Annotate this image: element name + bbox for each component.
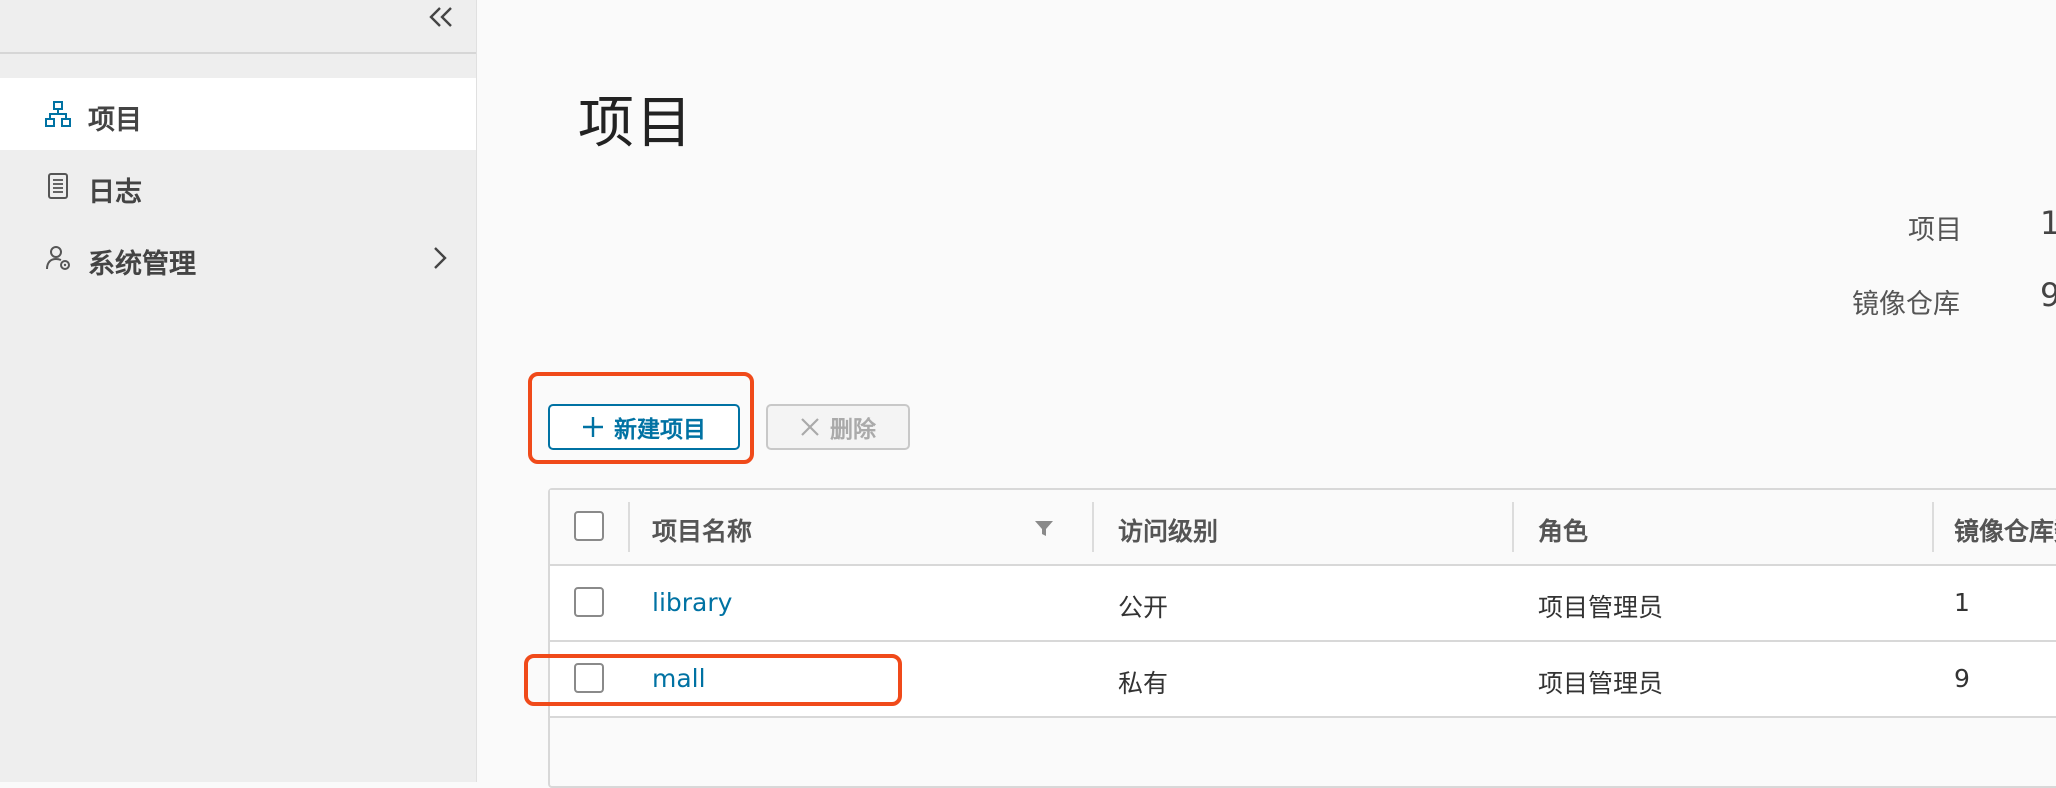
table-row: library 公开 项目管理员 1 [550,566,2056,642]
chevron-right-icon [434,247,447,269]
sidebar: 项目 日志 系统管理 [0,0,477,782]
project-name-link[interactable]: library [652,588,732,617]
plus-icon [583,417,603,437]
sidebar-item-label: 系统管理 [88,249,196,280]
role: 项目管理员 [1538,593,1664,622]
column-header-access[interactable]: 访问级别 [1118,512,1218,548]
role: 项目管理员 [1538,669,1664,698]
summary-repos-label: 镜像仓库 [1852,289,1960,320]
log-icon [48,173,68,199]
summary-projects-value: 1 [2040,204,2056,242]
row-checkbox[interactable] [574,587,604,617]
sidebar-item-label: 项目 [88,105,142,136]
project-name-link[interactable]: mall [652,664,706,693]
delete-label: 删除 [830,417,876,443]
sidebar-item-logs[interactable]: 日志 [0,150,476,222]
collapse-sidebar-button[interactable] [424,2,458,32]
column-header-name[interactable]: 项目名称 [652,512,752,548]
page-title: 项目 [578,91,694,156]
delete-button[interactable]: 删除 [766,404,910,450]
filter-icon[interactable] [1034,518,1054,538]
new-project-label: 新建项目 [614,417,706,443]
sidebar-item-admin[interactable]: 系统管理 [0,222,476,294]
projects-table: 项目名称 访问级别 角色 镜像仓库数 library 公开 项目管理员 1 ma… [548,488,2056,788]
project-tree-icon [45,101,71,127]
column-header-repo-count[interactable]: 镜像仓库数 [1954,512,2056,548]
sidebar-item-label: 日志 [88,177,142,208]
select-all-checkbox[interactable] [574,511,604,541]
repo-count: 9 [1954,664,1970,693]
close-icon [801,418,819,436]
table-header: 项目名称 访问级别 角色 镜像仓库数 [550,490,2056,566]
user-gear-icon [46,246,70,270]
sidebar-item-projects[interactable]: 项目 [0,78,476,150]
table-row: mall 私有 项目管理员 9 [550,642,2056,718]
double-chevron-left-icon [429,7,452,27]
access-level: 私有 [1118,669,1169,698]
sidebar-divider [0,52,476,54]
repo-count: 1 [1954,588,1970,617]
row-checkbox[interactable] [574,663,604,693]
summary-projects-label: 项目 [1908,215,1962,246]
new-project-button[interactable]: 新建项目 [548,404,740,450]
access-level: 公开 [1118,593,1169,622]
summary-repos-value: 9 [2040,276,2056,314]
column-header-role[interactable]: 角色 [1538,512,1588,548]
